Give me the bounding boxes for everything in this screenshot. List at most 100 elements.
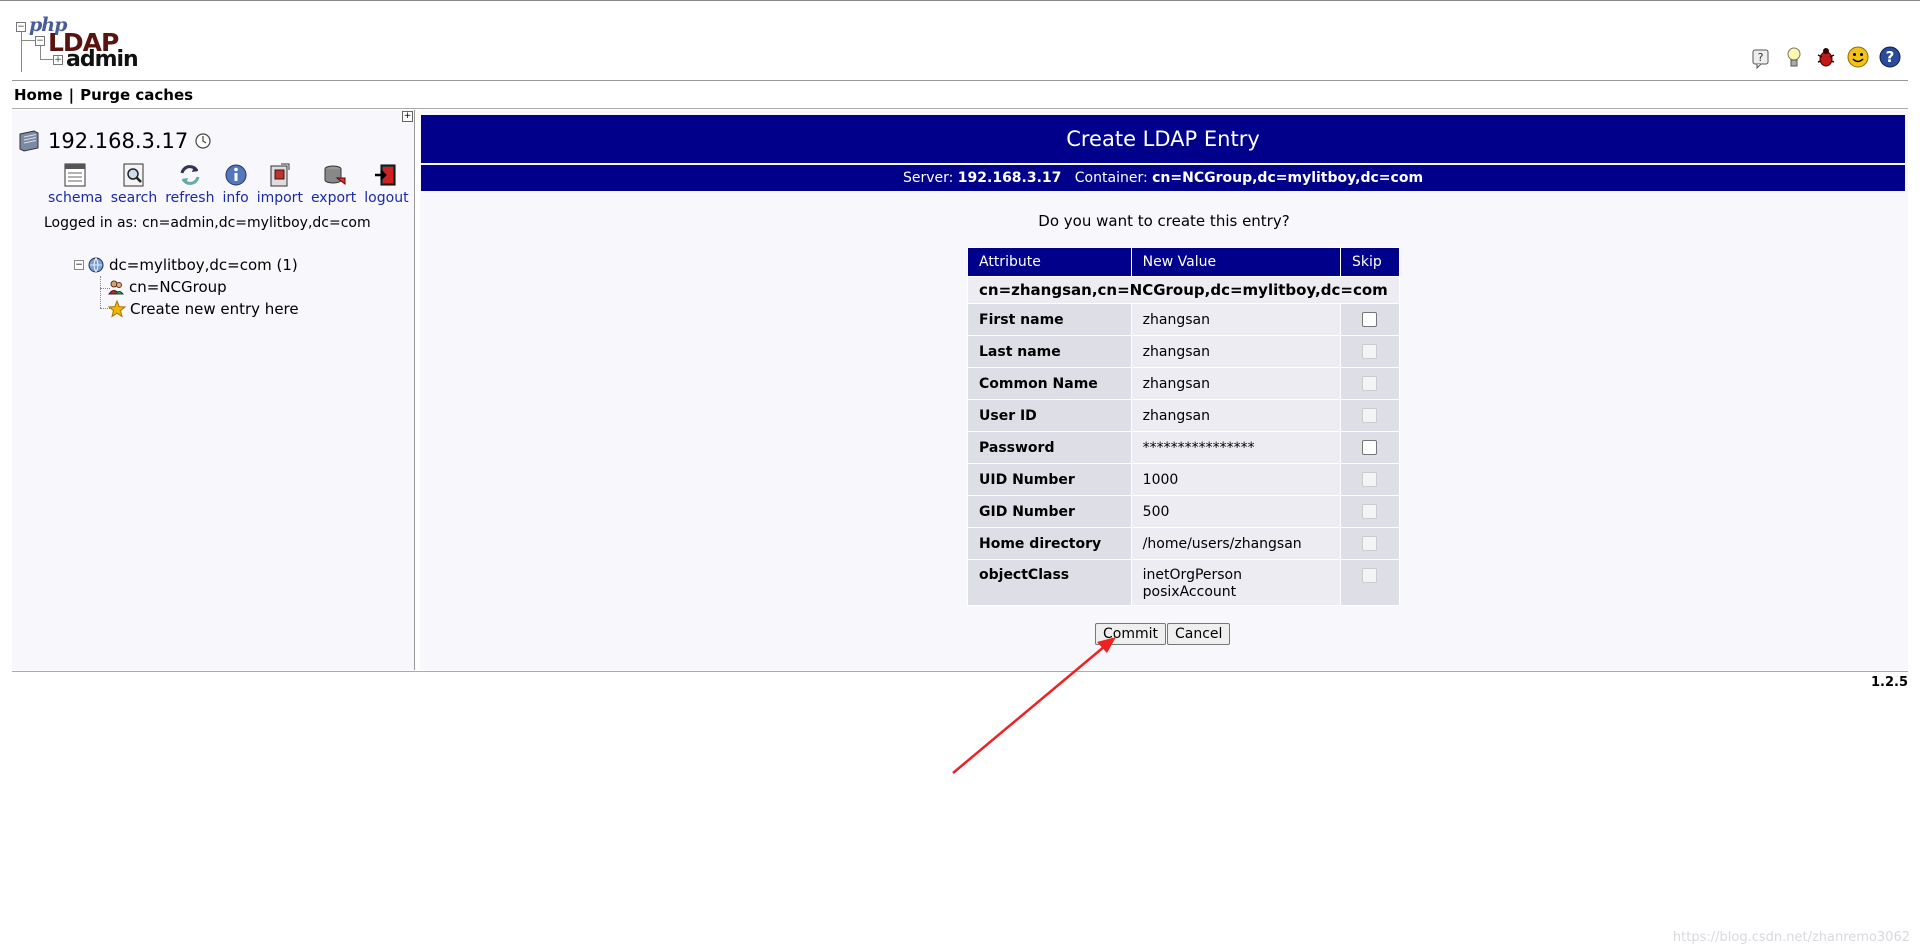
export-button[interactable]: export	[311, 162, 356, 206]
skip-checkbox	[1362, 504, 1378, 519]
header-icons: ? ?	[1750, 45, 1902, 69]
tree-item-ncgroup-label[interactable]: cn=NCGroup	[129, 278, 227, 296]
logo-admin: admin	[66, 47, 139, 72]
skip-cell	[1340, 431, 1400, 464]
cancel-button[interactable]: Cancel	[1167, 623, 1231, 645]
attr-value: inetOrgPerson	[1142, 567, 1242, 583]
globe-icon	[88, 257, 104, 273]
search-icon	[123, 163, 144, 187]
table-row: Common Name zhangsan	[967, 367, 1400, 400]
skip-checkbox	[1362, 408, 1378, 423]
tree-root[interactable]: − dc=mylitboy,dc=com (1)	[74, 254, 299, 276]
attr-value: zhangsan	[1130, 367, 1342, 400]
server-value: 192.168.3.17	[957, 170, 1062, 186]
attr-value: posixAccount	[1142, 584, 1237, 600]
tree-root-label[interactable]: dc=mylitboy,dc=com (1)	[109, 256, 298, 274]
skip-cell	[1340, 399, 1400, 432]
attr-name: Last name	[967, 335, 1132, 368]
version-label: 1.2.5	[1870, 675, 1908, 690]
export-icon	[324, 165, 346, 185]
attr-name: UID Number	[967, 463, 1132, 496]
attr-name: First name	[967, 303, 1132, 336]
attr-name: objectClass	[967, 559, 1132, 606]
table-row: GID Number 500	[967, 495, 1400, 528]
help-icon[interactable]: ?	[1750, 45, 1774, 69]
container-label: Container:	[1074, 170, 1148, 186]
attr-value: /home/users/zhangsan	[1130, 527, 1342, 560]
column-skip: Skip	[1340, 247, 1400, 277]
column-new-value: New Value	[1130, 247, 1342, 277]
star-icon	[108, 300, 126, 318]
skip-cell	[1340, 335, 1400, 368]
skip-checkbox	[1362, 567, 1378, 583]
group-icon	[108, 280, 124, 295]
entry-table: Attribute New Value Skip cn=zhangsan,cn=…	[967, 247, 1400, 606]
skip-checkbox[interactable]	[1362, 312, 1378, 327]
logo-box-minus: −	[16, 22, 26, 32]
attr-value: zhangsan	[1130, 399, 1342, 432]
create-entry-label[interactable]: Create new entry here	[130, 300, 299, 318]
attr-value: 500	[1130, 495, 1342, 528]
purge-caches-link[interactable]: Purge caches	[80, 86, 193, 104]
bug-icon[interactable]	[1814, 45, 1838, 69]
info-label: info	[222, 190, 249, 206]
attr-name: Password	[967, 431, 1132, 464]
schema-button[interactable]: schema	[48, 162, 103, 206]
attr-value: zhangsan	[1130, 303, 1342, 336]
skip-checkbox[interactable]	[1362, 440, 1378, 455]
attr-value-multi: inetOrgPerson posixAccount	[1130, 559, 1342, 606]
dn-value: cn=zhangsan,cn=NCGroup,dc=mylitboy,dc=co…	[967, 276, 1400, 304]
info-button[interactable]: info	[222, 162, 249, 206]
expand-panel-button[interactable]: +	[402, 111, 413, 122]
svg-text:?: ?	[1758, 51, 1764, 64]
table-row: Last name zhangsan	[967, 335, 1400, 368]
container-value: cn=NCGroup,dc=mylitboy,dc=com	[1152, 170, 1424, 186]
table-row: objectClass inetOrgPerson posixAccount	[967, 559, 1400, 606]
attr-value: ****************	[1130, 431, 1342, 464]
attr-name: GID Number	[967, 495, 1132, 528]
main-panel: Create LDAP Entry Server: 192.168.3.17 C…	[420, 110, 1908, 670]
attr-value: 1000	[1130, 463, 1342, 496]
attr-name: Home directory	[967, 527, 1132, 560]
schema-icon	[64, 163, 86, 187]
info-icon	[225, 164, 247, 186]
table-row: Home directory /home/users/zhangsan	[967, 527, 1400, 560]
logo-box-minus-2: −	[35, 36, 45, 46]
collapse-toggle[interactable]: −	[74, 260, 84, 270]
skip-cell	[1340, 303, 1400, 336]
table-row: User ID zhangsan	[967, 399, 1400, 432]
smiley-icon[interactable]	[1846, 45, 1870, 69]
refresh-label: refresh	[165, 190, 215, 206]
logout-button[interactable]: logout	[364, 162, 409, 206]
import-button[interactable]: import	[257, 162, 303, 206]
skip-cell	[1340, 495, 1400, 528]
skip-cell	[1340, 559, 1400, 606]
tree-create-entry[interactable]: Create new entry here	[74, 298, 299, 320]
schema-label: schema	[48, 190, 103, 206]
attr-value: zhangsan	[1130, 335, 1342, 368]
import-label: import	[256, 190, 303, 206]
column-attribute: Attribute	[967, 247, 1132, 277]
svg-text:?: ?	[1886, 48, 1895, 66]
skip-cell	[1340, 463, 1400, 496]
question-icon[interactable]: ?	[1878, 45, 1902, 69]
tree-item-ncgroup[interactable]: cn=NCGroup	[74, 276, 299, 298]
clock-icon[interactable]	[194, 132, 212, 150]
page-subtitle: Server: 192.168.3.17 Container: cn=NCGro…	[421, 165, 1905, 191]
ldap-tree: − dc=mylitboy,dc=com (1) cn=NCGroup Crea…	[74, 254, 299, 320]
table-header-row: Attribute New Value Skip	[967, 247, 1400, 277]
home-link[interactable]: Home	[14, 86, 63, 104]
menu-bar: Home | Purge caches	[14, 86, 193, 104]
page-title: Create LDAP Entry	[421, 115, 1905, 163]
table-row: UID Number 1000	[967, 463, 1400, 496]
refresh-icon	[180, 165, 200, 185]
logout-icon	[375, 164, 396, 186]
refresh-button[interactable]: refresh	[165, 162, 214, 206]
bulb-icon[interactable]	[1782, 45, 1806, 69]
server-name[interactable]: 192.168.3.17	[48, 129, 188, 153]
search-button[interactable]: search	[111, 162, 157, 206]
attr-name: Common Name	[967, 367, 1132, 400]
attr-name: User ID	[967, 399, 1132, 432]
commit-button[interactable]: Commit	[1095, 623, 1166, 645]
table-row: First name zhangsan	[967, 303, 1400, 336]
